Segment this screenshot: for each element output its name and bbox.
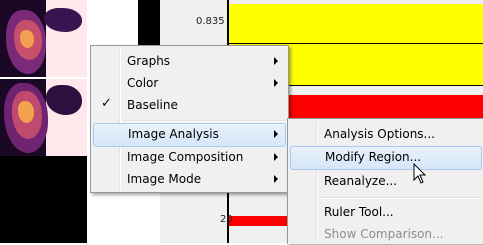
submenu-arrow-icon [274,57,278,65]
submenu-arrow-icon [274,130,278,138]
menu-item-baseline[interactable]: ✓ Baseline [93,94,286,116]
image-analysis-submenu: Analysis Options... Modify Region... Rea… [287,118,483,244]
image-thumbnail-empty [0,156,87,243]
menu-item-reanalyze[interactable]: Reanalyze... [290,170,482,192]
menu-item-label: Modify Region... [325,150,422,164]
submenu-arrow-icon [274,175,278,183]
menu-item-ruler-tool[interactable]: Ruler Tool... [290,201,482,223]
heatmap-blob [20,30,34,48]
menu-item-color[interactable]: Color [93,72,286,94]
heatmap-blob [46,85,82,115]
heatmap-blob [18,101,34,123]
image-thumbnail-top[interactable] [0,0,87,77]
axis-tick-label: 0.835 [196,16,225,27]
menu-separator [123,120,286,122]
menu-item-label: Baseline [127,98,178,112]
menu-item-label: Reanalyze... [324,174,398,188]
menu-item-image-analysis[interactable]: Image Analysis [93,123,286,147]
heatmap-blob [44,8,82,32]
menu-item-label: Image Analysis [128,127,219,141]
menu-item-label: Analysis Options... [324,127,435,141]
menu-item-modify-region[interactable]: Modify Region... [290,146,482,170]
axis-tick-label: 20 [220,214,233,225]
menu-item-analysis-options[interactable]: Analysis Options... [290,123,482,145]
checkmark-icon: ✓ [101,96,112,111]
menu-item-label: Graphs [127,54,171,68]
submenu-arrow-icon [274,79,278,87]
menu-item-image-composition[interactable]: Image Composition [93,146,286,168]
menu-item-image-mode[interactable]: Image Mode [93,168,286,190]
menu-item-label: Show Comparison... [324,227,444,241]
chart-bar [229,4,483,44]
menu-item-label: Image Composition [127,150,244,164]
submenu-arrow-icon [274,153,278,161]
mouse-pointer-icon [413,163,427,184]
menu-item-graphs[interactable]: Graphs [93,50,286,72]
menu-item-label: Image Mode [127,172,202,186]
menu-separator [320,197,482,199]
menu-item-label: Color [127,76,159,90]
menu-item-show-comparison: Show Comparison... [290,223,482,245]
image-thumbnail-bottom[interactable] [0,79,87,156]
menu-item-label: Ruler Tool... [324,205,394,219]
context-menu: Graphs Color ✓ Baseline Image Analysis I… [90,45,289,193]
